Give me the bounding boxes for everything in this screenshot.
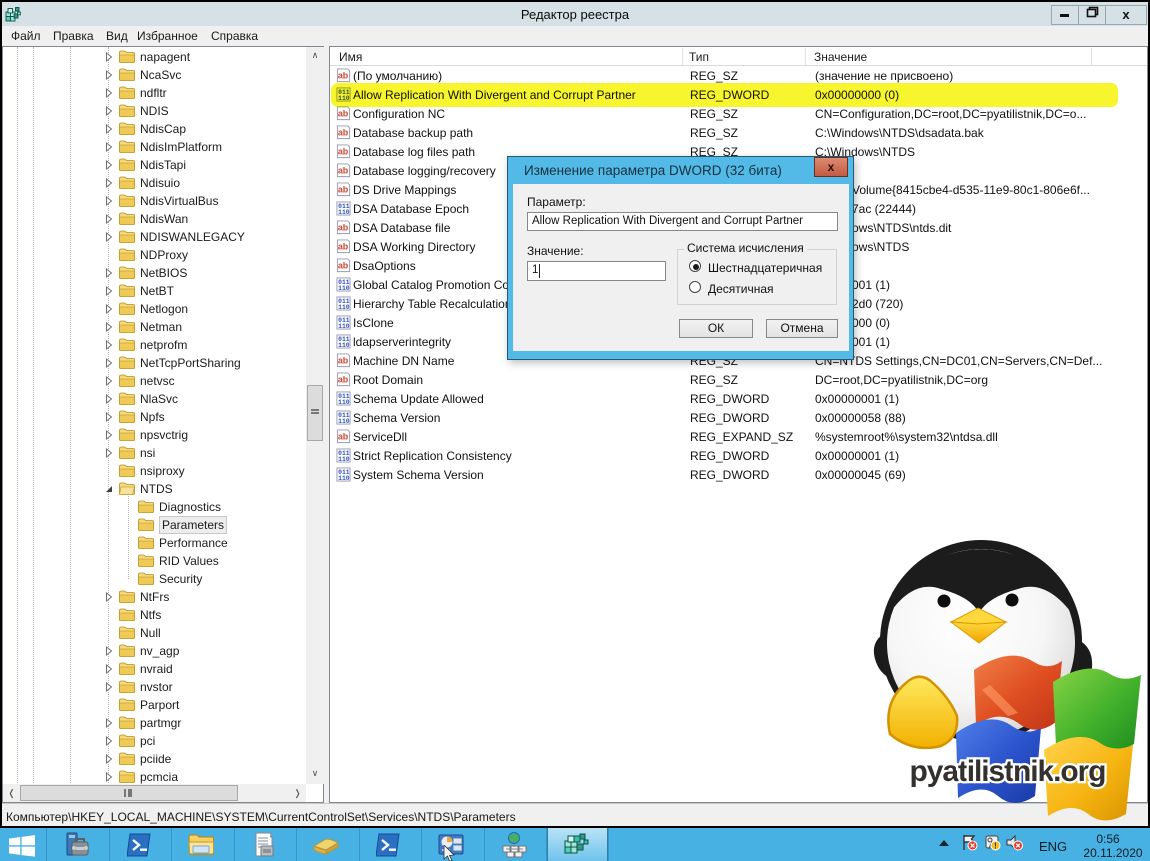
svg-text:ab: ab bbox=[338, 260, 349, 270]
svg-text:ab: ab bbox=[338, 241, 349, 251]
svg-text:110: 110 bbox=[338, 209, 350, 216]
svg-text:110: 110 bbox=[338, 399, 350, 406]
svg-text:110: 110 bbox=[338, 323, 350, 330]
svg-text:ab: ab bbox=[338, 374, 349, 384]
svg-text:pyatilistnik.org: pyatilistnik.org bbox=[910, 755, 1107, 788]
svg-text:ab: ab bbox=[338, 146, 349, 156]
svg-text:ab: ab bbox=[338, 70, 349, 80]
svg-text:110: 110 bbox=[338, 304, 350, 311]
svg-text:ab: ab bbox=[338, 127, 349, 137]
svg-text:ab: ab bbox=[338, 165, 349, 175]
svg-text:ab: ab bbox=[338, 431, 349, 441]
svg-text:110: 110 bbox=[338, 475, 350, 482]
svg-text:ab: ab bbox=[338, 355, 349, 365]
svg-text:110: 110 bbox=[338, 342, 350, 349]
svg-text:110: 110 bbox=[338, 418, 350, 425]
svg-text:ab: ab bbox=[338, 108, 349, 118]
svg-text:110: 110 bbox=[338, 456, 350, 463]
svg-text:ab: ab bbox=[338, 222, 349, 232]
svg-text:ab: ab bbox=[338, 184, 349, 194]
svg-text:!: ! bbox=[994, 842, 997, 851]
svg-text:110: 110 bbox=[338, 285, 350, 292]
